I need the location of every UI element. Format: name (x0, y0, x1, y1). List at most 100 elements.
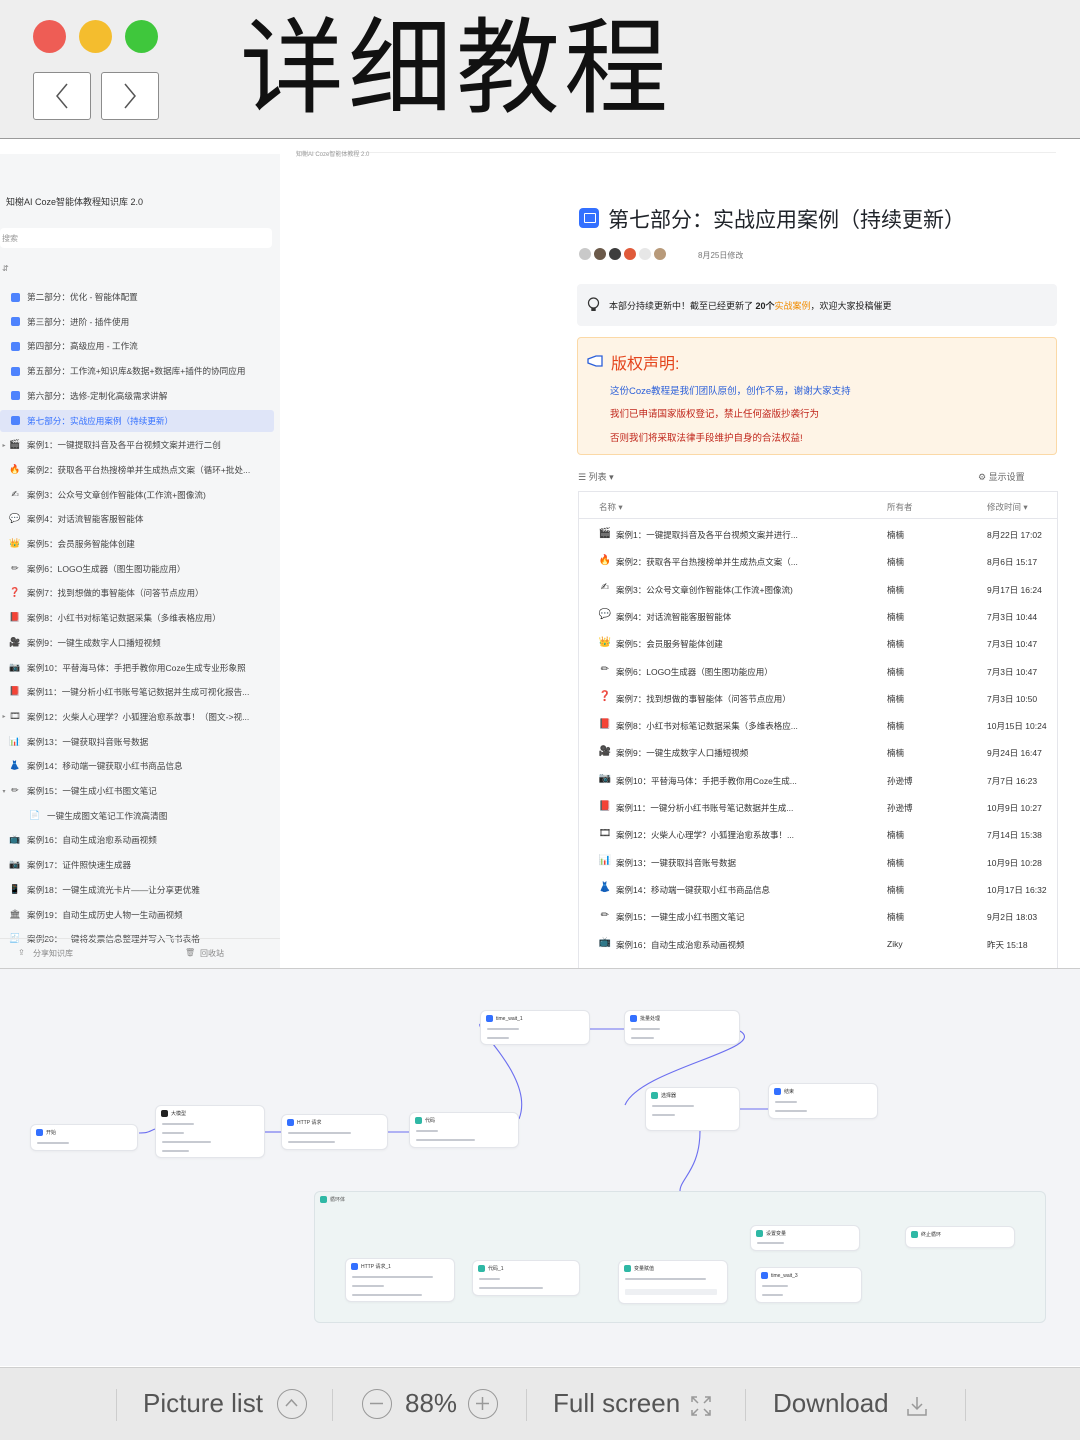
sidebar-item[interactable]: 第六部分：选修-定制化高级需求讲解 (0, 385, 274, 407)
sidebar-item[interactable]: 📕 案例11：一键分析小红书账号笔记数据并生成可视化报告... (0, 681, 274, 703)
table-row[interactable]: 🎥 案例9：一键生成数字人口播短视频 楠楠 9月24日 16:47 (579, 738, 1057, 765)
sidebar-item[interactable]: 📷 案例10：平替海马体：手把手教你用Coze生成专业形象照 (0, 657, 274, 679)
table-row[interactable]: 📕 案例11：一键分析小红书账号笔记数据并生成... 孙逊博 10月9日 10:27 (579, 793, 1057, 820)
workflow-node-batch[interactable]: 批量处理 (624, 1010, 740, 1045)
column-name[interactable]: 名称 ▾ (599, 501, 623, 513)
expand-caret-icon[interactable]: ▸ (0, 713, 8, 720)
avatar[interactable] (638, 247, 652, 261)
sidebar-item[interactable]: 📷 案例17：证件照快速生成器 (0, 854, 274, 876)
display-settings-label: 显示设置 (988, 472, 1025, 482)
expand-icon[interactable] (690, 1395, 712, 1417)
collaborator-avatars[interactable] (578, 247, 667, 261)
workflow-node-selector[interactable]: 选择器 (645, 1087, 740, 1131)
trash-icon[interactable]: 🗑 (185, 948, 195, 957)
table-row[interactable]: 👑 案例5：会员服务智能体创建 楠楠 7月3日 10:47 (579, 629, 1057, 656)
share-knowledge-base-button[interactable]: 分享知识库 (33, 948, 73, 959)
search-input[interactable]: 搜索 (0, 228, 272, 248)
copyright-title: 版权声明: (611, 356, 680, 373)
avatar[interactable] (623, 247, 637, 261)
table-row[interactable]: 📺 案例16：自动生成治愈系动画视频 Ziky 昨天 15:18 (579, 930, 1057, 957)
table-row[interactable]: 📷 案例10：平替海马体：手把手教你用Coze生成... 孙逊博 7月7日 16:23 (579, 766, 1057, 793)
display-settings-button[interactable]: ⚙ 显示设置 (978, 470, 1025, 483)
sidebar-item[interactable]: 📺 案例16：自动生成治愈系动画视频 (0, 829, 274, 851)
collapse-icon[interactable] (277, 1389, 307, 1419)
table-row[interactable]: 🔥 案例2：获取各平台热搜榜单并生成热点文案（... 楠楠 8月6日 15:17 (579, 547, 1057, 574)
avatar[interactable] (608, 247, 622, 261)
workflow-node-http[interactable]: HTTP 请求 (281, 1114, 388, 1150)
breadcrumb[interactable]: 知榭AI Coze智能体教程 2.0 (296, 149, 369, 158)
sidebar-item[interactable]: ✏ 案例6：LOGO生成器（图生图功能应用） (0, 558, 274, 580)
recycle-bin-button[interactable]: 回收站 (200, 948, 224, 959)
workflow-node-time-wait-inner[interactable]: time_wait_3 (755, 1267, 862, 1303)
share-icon[interactable]: ⇪ (18, 948, 25, 957)
table-row[interactable]: 📊 案例13：一键获取抖音账号数据 楠楠 10月9日 10:28 (579, 848, 1057, 875)
table-row[interactable]: ✏ 案例15：一键生成小红书图文笔记 楠楠 9月2日 18:03 (579, 902, 1057, 929)
workflow-node-end[interactable]: 结束 (768, 1083, 878, 1119)
full-screen-button[interactable]: Full screen (553, 1388, 680, 1419)
sidebar-item[interactable]: 🔥 案例2：获取各平台热搜榜单并生成热点文案（循环+批处... (0, 459, 274, 481)
case-emoji-icon: 🔥 (598, 554, 612, 566)
table-row[interactable]: ❓ 案例7：找到想做的事智能体（问答节点应用） 楠楠 7月3日 10:50 (579, 684, 1057, 711)
table-row[interactable]: 🎬 案例1：一键提取抖音及各平台视频文案并进行... 楠楠 8月22日 17:02 (579, 520, 1057, 547)
sidebar-item[interactable]: 第七部分：实战应用案例（持续更新） (0, 409, 274, 432)
table-row[interactable]: 🎞 案例12：火柴人心理学？小狐狸治愈系故事！... 楠楠 7月14日 15:38 (579, 820, 1057, 847)
close-window-button[interactable] (33, 20, 66, 53)
workflow-node-code[interactable]: 代码 (409, 1112, 519, 1148)
avatar[interactable] (593, 247, 607, 261)
table-row[interactable]: 📕 案例8：小红书对标笔记数据采集（多维表格应... 楠楠 10月15日 10:24 (579, 711, 1057, 738)
zoom-in-icon[interactable] (468, 1389, 498, 1419)
sidebar-item[interactable]: 第四部分：高级应用 - 工作流 (0, 335, 274, 357)
download-icon[interactable] (905, 1394, 929, 1418)
table-row[interactable]: 👗 案例14：移动端一键获取小红书商品信息 楠楠 10月17日 16:32 (579, 875, 1057, 902)
view-switcher[interactable]: ☰ 列表 ▾ (578, 470, 614, 483)
callout-suffix: ，欢迎大家投稿催更 (810, 301, 892, 311)
case-emoji-icon: ❓ (598, 691, 612, 703)
forward-button[interactable] (101, 72, 159, 120)
workflow-node-variable[interactable]: 变量赋值 (618, 1260, 728, 1304)
workflow-node-time-wait[interactable]: time_wait_1 (480, 1010, 590, 1045)
table-row[interactable]: 💬 案例4：对话流智能客服智能体 楠楠 7月3日 10:44 (579, 602, 1057, 629)
sidebar-item[interactable]: ❓ 案例7：找到想做的事智能体（问答节点应用） (0, 582, 274, 604)
download-button[interactable]: Download (773, 1388, 889, 1419)
sidebar-item[interactable]: 第三部分：进阶 - 插件使用 (0, 311, 274, 333)
sidebar-item[interactable]: 🎥 案例9：一键生成数字人口播短视频 (0, 632, 274, 654)
case-emoji-icon: 📕 (598, 718, 612, 730)
sidebar-item[interactable]: 第二部分：优化 - 智能体配置 (0, 286, 274, 308)
workflow-node-loop-end[interactable]: 终止循环 (905, 1226, 1015, 1248)
avatar[interactable] (578, 247, 592, 261)
expand-caret-icon[interactable]: ▾ (0, 788, 8, 795)
sidebar-item[interactable]: 📄 一键生成图文笔记工作流高清图 (0, 805, 274, 827)
sidebar-item[interactable]: ✍ 案例3：公众号文章创作智能体(工作流+图像流) (0, 484, 274, 506)
case-owner: 孙逊博 (887, 803, 913, 813)
minimize-window-button[interactable] (79, 20, 112, 53)
table-row[interactable]: ✏ 案例6：LOGO生成器（图生图功能应用） 楠楠 7月3日 10:47 (579, 657, 1057, 684)
back-button[interactable] (33, 72, 91, 120)
sidebar-item[interactable]: 📱 案例18：一键生成流光卡片——让分享更优雅 (0, 879, 274, 901)
sidebar-item[interactable]: 第五部分：工作流+知识库&数据+数据库+插件的协同应用 (0, 360, 274, 382)
sidebar-item[interactable]: 👗 案例14：移动端一键获取小红书商品信息 (0, 755, 274, 777)
workflow-node-http-inner[interactable]: HTTP 请求_1 (345, 1258, 455, 1302)
sidebar-item[interactable]: 🏛 案例19：自动生成历史人物一生动画视频 (0, 904, 274, 926)
expand-caret-icon[interactable]: ▸ (0, 442, 8, 449)
sidebar-item[interactable]: ▸ 🎞 案例12：火柴人心理学？小狐狸治愈系故事！（图文->视... (0, 706, 274, 728)
sidebar-item[interactable]: 👑 案例5：会员服务智能体创建 (0, 533, 274, 555)
workflow-node-set-variable[interactable]: 设置变量 (750, 1225, 860, 1251)
sidebar-item[interactable]: 💬 案例4：对话流智能客服智能体 (0, 508, 274, 530)
picture-list-button[interactable]: Picture list (143, 1388, 263, 1419)
zoom-out-icon[interactable] (362, 1389, 392, 1419)
case-name: 案例8：小红书对标笔记数据采集（多维表格应... (616, 721, 798, 732)
table-row[interactable]: ✍ 案例3：公众号文章创作智能体(工作流+图像流) 楠楠 9月17日 16:24 (579, 575, 1057, 602)
sidebar-item[interactable]: 📊 案例13：一键获取抖音账号数据 (0, 731, 274, 753)
http-icon (351, 1263, 358, 1270)
workflow-node-llm[interactable]: 大模型 (155, 1105, 265, 1158)
workflow-node-code-inner[interactable]: 代码_1 (472, 1260, 580, 1296)
sidebar-item[interactable]: ▸ 🎬 案例1：一键提取抖音及各平台视频文案并进行二创 (0, 434, 274, 456)
filter-icon[interactable]: ⇵ (2, 264, 9, 273)
sidebar-item[interactable]: 📕 案例8：小红书对标笔记数据采集（多维表格应用） (0, 607, 274, 629)
maximize-window-button[interactable] (125, 20, 158, 53)
workflow-node-start[interactable]: 开始 (30, 1124, 138, 1151)
column-modified[interactable]: 修改时间 ▾ (987, 501, 1028, 513)
sidebar-item[interactable]: ▾ ✏ 案例15：一键生成小红书图文笔记 (0, 780, 274, 802)
divider (526, 1389, 527, 1421)
avatar[interactable] (653, 247, 667, 261)
